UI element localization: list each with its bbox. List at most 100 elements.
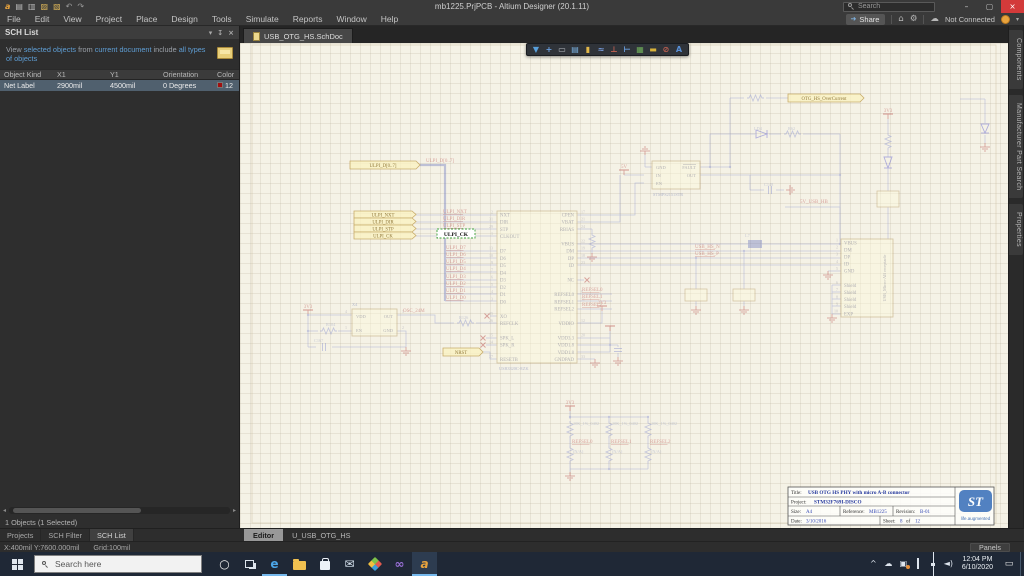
capacitor[interactable]	[614, 348, 622, 352]
schematic-drawing[interactable]: 5V3V33V33V33V3NXT2DIR31STP29CLKOUT1D713D…	[240, 43, 1008, 528]
save-all-icon[interactable]: ▥	[28, 2, 36, 11]
menu-item-project[interactable]: Project	[89, 13, 129, 25]
tray-chevron-icon[interactable]: ^	[867, 560, 880, 568]
horizontal-scrollbar[interactable]: ◂ ▸	[1, 506, 238, 515]
component-box[interactable]	[684, 288, 708, 302]
menu-item-tools[interactable]: Tools	[205, 13, 239, 25]
resistor[interactable]	[320, 326, 337, 336]
harness-icon[interactable]: ▬	[647, 45, 659, 54]
transistor[interactable]	[876, 190, 900, 208]
panel-menu-icon[interactable]: ▾	[209, 29, 213, 37]
scroll-right-icon[interactable]: ▸	[231, 507, 238, 514]
avatar[interactable]	[1000, 14, 1010, 24]
cast-icon[interactable]	[912, 558, 925, 569]
home-icon[interactable]: ⌂	[898, 15, 903, 24]
scope-link[interactable]: current document	[95, 45, 152, 54]
tray-app-icon[interactable]: ▣	[897, 560, 910, 569]
cortana-icon[interactable]: ○	[212, 552, 237, 576]
snippet-icon[interactable]: ▤	[569, 45, 581, 54]
altium-icon[interactable]: a	[412, 552, 437, 576]
ferrite-bead[interactable]	[748, 240, 762, 248]
global-search-input[interactable]: Search	[843, 1, 935, 12]
connection-status[interactable]: Not Connected	[945, 15, 995, 24]
menu-item-simulate[interactable]: Simulate	[239, 13, 286, 25]
led[interactable]	[755, 129, 769, 139]
scope-link[interactable]: selected objects	[24, 45, 76, 54]
sch-port-ULPI_DIR[interactable]: ULPI_DIR	[353, 217, 417, 226]
sch-port-ULPI_NXT[interactable]: ULPI_NXT	[353, 210, 417, 219]
column-header-color[interactable]: Color	[213, 70, 239, 79]
chevron-down-icon[interactable]: ▾	[1016, 16, 1019, 23]
network-icon[interactable]	[926, 551, 940, 576]
column-header-orientation[interactable]: Orientation	[159, 70, 213, 79]
zener-diode[interactable]	[980, 123, 990, 135]
document-tab[interactable]: USB_OTG_HS.SchDoc	[243, 28, 353, 43]
table-row[interactable]: Net Label 2900mil 4500mil 0 Degrees 12	[0, 79, 239, 91]
edge-icon[interactable]: e	[262, 552, 287, 576]
store-icon[interactable]	[312, 552, 337, 576]
sch-component-usb-connector[interactable]: VBUS 1 DM 2 DP 3 ID 4 GND 5 Shield 6 Shield 7 Shield 8 S…	[834, 238, 894, 318]
share-button[interactable]: ➜ Share	[845, 13, 886, 25]
pin-icon[interactable]: ↧	[217, 29, 223, 37]
highlight-tool-icon[interactable]	[217, 47, 233, 59]
taskbar-search-input[interactable]: Search here	[34, 555, 202, 573]
menu-item-edit[interactable]: Edit	[28, 13, 57, 25]
sch-port-ULPI_STP[interactable]: ULPI_STP	[353, 224, 417, 233]
open-project-icon[interactable]: ▧	[53, 2, 61, 11]
component-box[interactable]	[732, 288, 756, 302]
resistor[interactable]	[457, 318, 474, 328]
selected-net-label[interactable]: ULPI_CK	[436, 228, 476, 239]
sch-component-power-switch[interactable]: GND IN EN FAULT OUT	[651, 160, 701, 190]
gear-icon[interactable]: ⚙	[910, 15, 918, 24]
menu-item-design[interactable]: Design	[164, 13, 204, 25]
redo-icon[interactable]: ↷	[77, 2, 84, 11]
menu-item-file[interactable]: File	[0, 13, 28, 25]
scroll-left-icon[interactable]: ◂	[1, 507, 8, 514]
panels-button[interactable]: Panels	[970, 542, 1010, 552]
resistor[interactable]	[747, 93, 764, 103]
sch-component-usb-phy[interactable]: NXT 2 DIR 31 STP 29 CLKOUT 1 D7 13 D6 10 D5 9 D4 7 D3 6 D2…	[489, 209, 585, 364]
part-icon[interactable]: ▮	[582, 45, 594, 54]
net-label-icon[interactable]: ⊢	[621, 45, 633, 54]
sch-port-ULPI_CK[interactable]: ULPI_CK	[353, 231, 417, 240]
wire-icon[interactable]: ≈	[595, 45, 607, 54]
menu-item-window[interactable]: Window	[330, 13, 374, 25]
altium-app-icon[interactable]: a	[5, 2, 10, 11]
select-icon[interactable]: ▭	[556, 45, 568, 54]
tab-projects[interactable]: Projects	[0, 529, 42, 541]
visual-studio-icon[interactable]: ∞	[387, 552, 412, 576]
resistor[interactable]	[784, 129, 801, 139]
open-icon[interactable]: ▨	[41, 2, 49, 11]
action-center-icon[interactable]: ▭	[1000, 552, 1018, 576]
resistor[interactable]	[587, 233, 597, 250]
volume-icon[interactable]: ◄)	[942, 560, 955, 568]
start-button[interactable]	[0, 552, 34, 576]
sch-port-NRST[interactable]: NRST	[442, 347, 484, 357]
menu-item-reports[interactable]: Reports	[286, 13, 330, 25]
panel-tab-components[interactable]: Components	[1009, 30, 1023, 89]
editor-doc-label[interactable]: U_USB_OTG_HS	[283, 529, 359, 541]
filter-icon[interactable]: ▼	[530, 45, 542, 54]
menu-item-view[interactable]: View	[56, 13, 88, 25]
task-view-icon[interactable]	[237, 552, 262, 576]
sch-port-OTG_HS_OverCurrent[interactable]: OTG_HS_OverCurrent	[787, 93, 865, 103]
text-icon[interactable]: A	[673, 45, 685, 54]
mail-icon[interactable]: ✉	[337, 552, 362, 576]
scrollbar-thumb[interactable]	[13, 508, 142, 513]
panel-tab-properties[interactable]: Properties	[1009, 204, 1023, 255]
column-header-object-kind[interactable]: Object Kind	[0, 70, 53, 79]
led[interactable]	[883, 156, 893, 170]
file-explorer-icon[interactable]	[287, 552, 312, 576]
minimize-button[interactable]: –	[955, 0, 978, 13]
maximize-button[interactable]: ▢	[978, 0, 1001, 13]
schematic-canvas[interactable]: ▼ + ▭ ▤ ▮ ≈ ⊥ ⊢ ▦ ▬ ⊘ A 5V 3V3 3V3 3V3 3V3 NXT 2 DIR 31 STP 2…	[240, 43, 1008, 528]
tab-sch-filter[interactable]: SCH Filter	[41, 529, 91, 541]
power-port-icon[interactable]: ⊥	[608, 45, 620, 54]
taskbar-clock[interactable]: 12:04 PM 6/10/2020	[957, 556, 998, 573]
panel-close-icon[interactable]: ×	[228, 29, 234, 37]
onedrive-icon[interactable]: ☁	[882, 560, 895, 568]
sch-component-oscillator[interactable]: VDDENOUTGND4132	[345, 308, 404, 337]
no-erc-icon[interactable]: ⊘	[660, 45, 672, 54]
menu-item-help[interactable]: Help	[374, 13, 405, 25]
capacitor[interactable]	[768, 186, 772, 194]
